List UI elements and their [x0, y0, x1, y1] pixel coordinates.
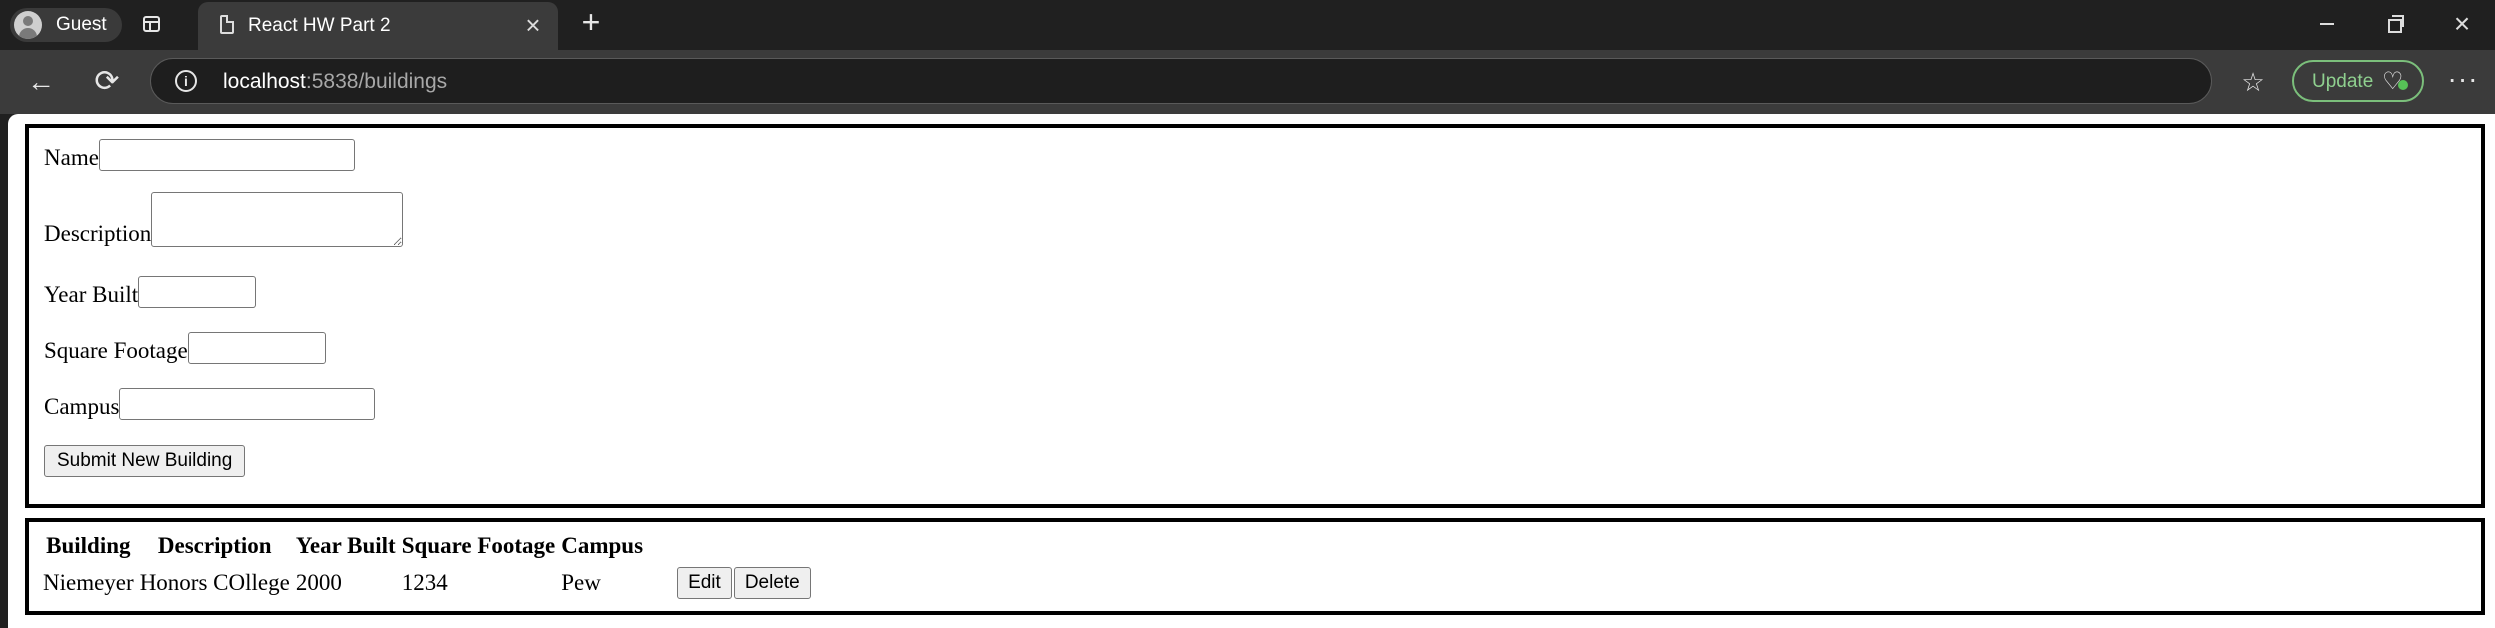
name-label: Name: [44, 145, 99, 170]
tab-actions-icon[interactable]: [140, 13, 164, 35]
update-status-dot: [2398, 80, 2408, 90]
more-icon[interactable]: ···: [2446, 64, 2480, 94]
new-tab-icon[interactable]: +: [578, 6, 604, 38]
page-icon: [220, 15, 234, 34]
page-viewport: Name Description Year Built Square Foota…: [8, 114, 2495, 628]
description-label: Description: [44, 221, 152, 246]
tab-title: React HW Part 2: [248, 15, 391, 36]
update-label: Update: [2312, 71, 2374, 92]
column-header-campus: Campus: [561, 533, 644, 558]
name-row: Name: [44, 139, 355, 171]
cell-building: Niemeyer: [43, 570, 134, 595]
update-button[interactable]: Update ♡: [2292, 60, 2424, 102]
column-header-building: Building: [46, 533, 131, 558]
column-header-square-footage: Square Footage: [401, 533, 556, 558]
refresh-icon[interactable]: ⟳: [90, 67, 124, 97]
year-built-label: Year Built: [44, 282, 139, 307]
profile-button[interactable]: Guest: [10, 8, 122, 42]
minimize-icon[interactable]: [2306, 8, 2346, 40]
cell-description: Honors COllege: [139, 570, 290, 595]
square-footage-input[interactable]: [187, 332, 326, 364]
edit-button[interactable]: Edit: [677, 567, 732, 599]
column-header-year-built: Year Built: [295, 533, 396, 558]
window-close-icon[interactable]: ×: [2442, 8, 2482, 40]
back-icon[interactable]: ←: [24, 67, 58, 97]
column-header-actions: [647, 530, 815, 562]
campus-input[interactable]: [119, 388, 376, 420]
close-tab-icon[interactable]: ×: [522, 12, 544, 38]
url-text: localhost:5838/buildings: [223, 70, 447, 94]
favorites-icon[interactable]: ☆: [2236, 67, 2270, 97]
browser-toolbar: ← ⟳ i localhost:5838/buildings ☆ Update …: [0, 50, 2495, 114]
column-header-description: Description: [157, 533, 272, 558]
cell-campus: Pew: [561, 570, 601, 595]
cell-actions: Edit Delete: [647, 564, 815, 602]
buildings-table: Building Description Year Built Square F…: [39, 528, 817, 604]
delete-button[interactable]: Delete: [733, 567, 811, 599]
year-built-row: Year Built: [44, 276, 257, 308]
cell-year-built: 2000: [295, 570, 342, 595]
address-bar[interactable]: i localhost:5838/buildings: [150, 58, 2212, 104]
table-header-row: Building Description Year Built Square F…: [41, 530, 815, 562]
info-icon[interactable]: i: [175, 70, 197, 92]
campus-label: Campus: [44, 394, 120, 419]
profile-label: Guest: [56, 14, 107, 35]
campus-row: Campus: [44, 388, 376, 420]
table-row: Niemeyer Honors COllege 2000 1234 Pew Ed…: [41, 564, 815, 602]
cell-square-footage: 1234: [401, 570, 448, 595]
submit-new-building-button[interactable]: Submit New Building: [44, 445, 246, 477]
name-input[interactable]: [98, 139, 355, 171]
description-textarea[interactable]: [151, 192, 404, 247]
square-footage-row: Square Footage: [44, 332, 326, 364]
year-built-input[interactable]: [138, 276, 257, 308]
url-path: :5838/buildings: [305, 70, 448, 93]
buildings-table-container: Building Description Year Built Square F…: [25, 518, 2485, 615]
new-building-form: Name Description Year Built Square Foota…: [25, 124, 2485, 508]
description-row: Description: [44, 192, 404, 247]
tab-active[interactable]: React HW Part 2 ×: [198, 2, 558, 50]
square-footage-label: Square Footage: [44, 338, 188, 363]
url-host: localhost: [223, 70, 306, 93]
avatar: [14, 11, 42, 39]
tab-strip: Guest React HW Part 2 × + ×: [0, 0, 2495, 50]
restore-icon[interactable]: [2374, 8, 2414, 40]
